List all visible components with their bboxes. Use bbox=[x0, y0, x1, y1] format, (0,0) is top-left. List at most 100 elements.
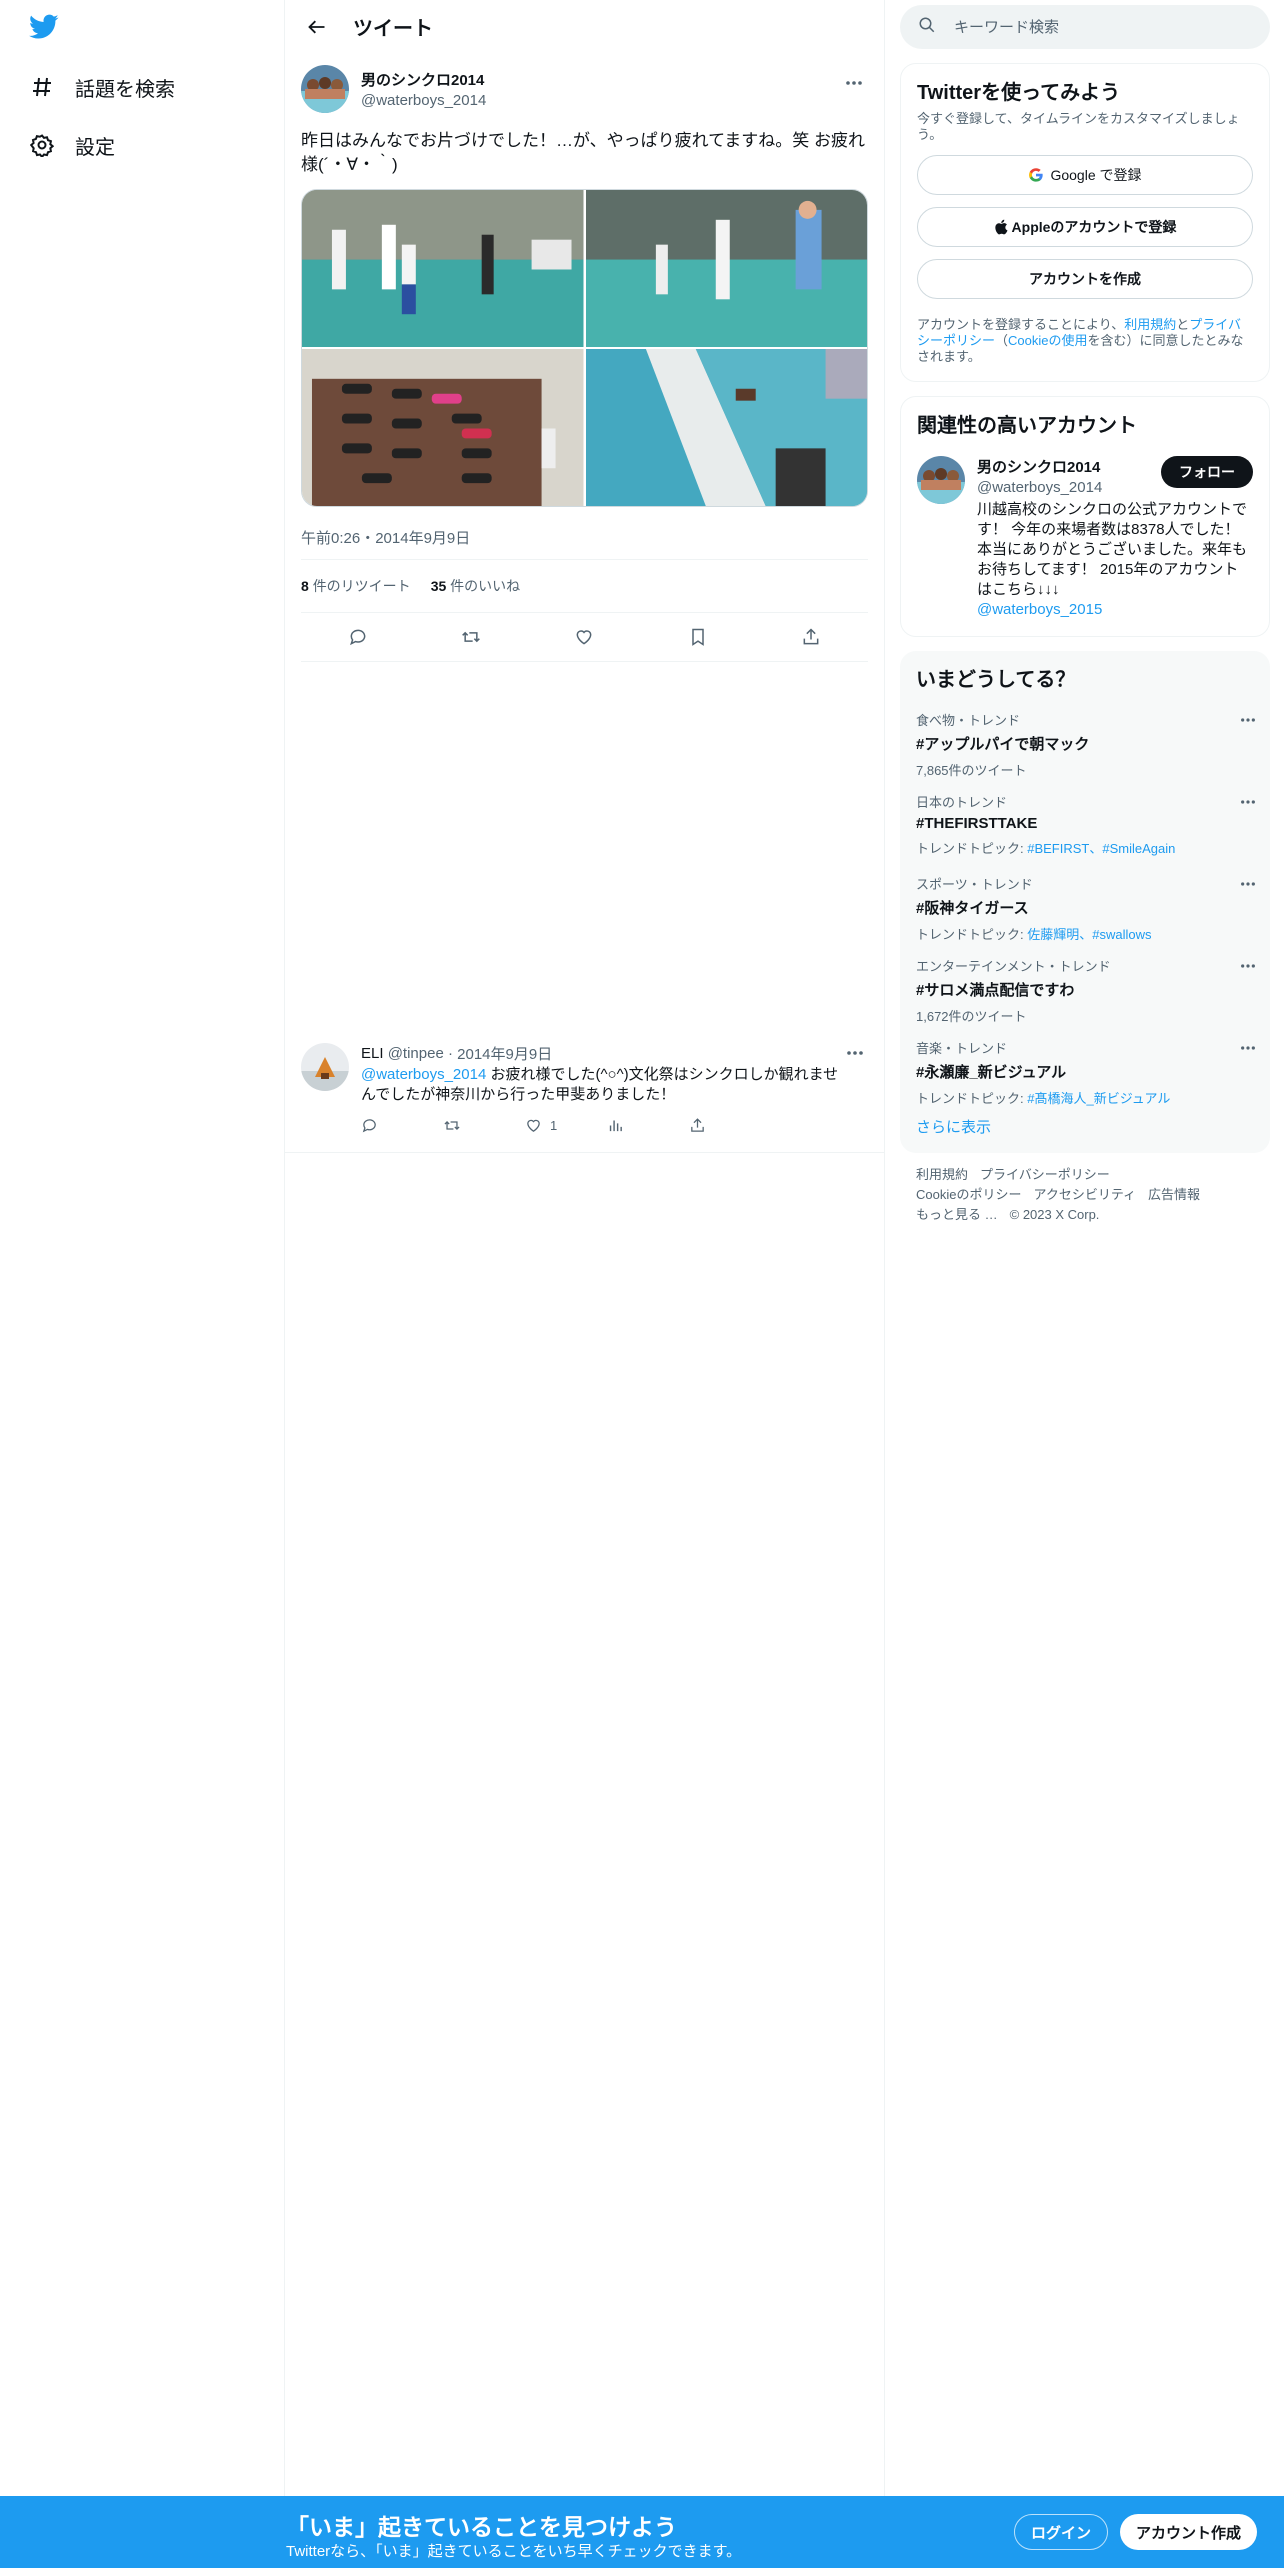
terms-link[interactable]: 利用規約 bbox=[1124, 317, 1176, 332]
retweet-icon[interactable] bbox=[453, 619, 489, 655]
tweet-photo[interactable] bbox=[302, 190, 584, 347]
tweet-photo[interactable] bbox=[585, 349, 867, 506]
more-options-icon[interactable] bbox=[1240, 874, 1256, 892]
likes-count: 35 bbox=[430, 578, 447, 594]
like-icon[interactable]: 1 bbox=[525, 1117, 607, 1134]
more-options-icon[interactable] bbox=[1240, 710, 1256, 728]
tweet-stats: 8 件のリツイート 35 件のいいね bbox=[301, 560, 868, 612]
trend-item[interactable]: 音楽・トレンド #永瀬廉_新ビジュアル トレンドトピック: #髙橋海人_新ビジュ… bbox=[900, 1026, 1270, 1108]
reply-text: @waterboys_2014 お疲れ様でした(^○^)文化祭はシンクロしか観れ… bbox=[361, 1065, 851, 1105]
related-bio: 川越高校のシンクロの公式アカウントです！ 今年の来場者数は8378人でした！本当… bbox=[977, 500, 1253, 620]
retweet-icon[interactable] bbox=[443, 1117, 525, 1134]
trend-name: #永瀬廉_新ビジュアル bbox=[916, 1064, 1067, 1081]
follow-button[interactable]: フォロー bbox=[1161, 456, 1253, 488]
more-options-icon[interactable] bbox=[1240, 1038, 1256, 1056]
trend-topics[interactable]: 佐藤輝明、#swallows bbox=[1027, 927, 1151, 942]
create-account-button[interactable]: アカウントを作成 bbox=[917, 259, 1253, 299]
google-signup-button[interactable]: Google で登録 bbox=[917, 155, 1253, 195]
nav-settings[interactable]: 設定 bbox=[29, 125, 115, 165]
related-account[interactable]: 男のシンクロ2014 @waterboys_2014 フォロー 川越高校のシンク… bbox=[917, 456, 1253, 620]
trend-item[interactable]: エンターテインメント・トレンド #サロメ満点配信ですわ 1,672件のツイート bbox=[900, 944, 1270, 1026]
more-options-icon[interactable] bbox=[840, 73, 868, 93]
legal-paren: （ bbox=[995, 333, 1009, 348]
avatar[interactable] bbox=[301, 65, 349, 113]
cookie-link[interactable]: Cookieの使用 bbox=[1008, 333, 1087, 348]
tweet-photo[interactable] bbox=[302, 349, 584, 506]
reply-icon[interactable] bbox=[361, 1117, 443, 1134]
footer-ads-link[interactable]: 広告情報 bbox=[1148, 1187, 1200, 1202]
trend-name: #THEFIRSTTAKE bbox=[916, 815, 1038, 832]
trend-item[interactable]: 日本のトレンド #THEFIRSTTAKE トレンドトピック: #BEFIRST… bbox=[900, 780, 1270, 862]
trend-name: #アップルパイで朝マック bbox=[916, 736, 1090, 753]
twitter-logo-icon[interactable] bbox=[29, 14, 61, 42]
reply-mention-link[interactable]: @waterboys_2014 bbox=[361, 1066, 486, 1083]
related-bio-text: 川越高校のシンクロの公式アカウントです！ 今年の来場者数は8378人でした！本当… bbox=[977, 501, 1248, 598]
footer: 利用規約 プライバシーポリシー Cookieのポリシー アクセシビリティ 広告情報 も… bbox=[900, 1153, 1270, 1237]
more-options-icon[interactable] bbox=[841, 1043, 869, 1063]
share-icon[interactable] bbox=[689, 1117, 771, 1134]
trend-meta: 7,865件のツイート bbox=[916, 763, 1027, 778]
reply-like-count: 1 bbox=[550, 1118, 558, 1133]
related-name: 男のシンクロ2014 bbox=[977, 459, 1101, 476]
back-arrow-icon[interactable] bbox=[301, 11, 333, 43]
trend-category: スポーツ・トレンド bbox=[916, 877, 1033, 892]
more-options-icon[interactable] bbox=[1240, 792, 1256, 810]
avatar[interactable] bbox=[917, 456, 965, 504]
gear-icon bbox=[29, 132, 55, 158]
show-more-link[interactable]: さらに表示 bbox=[900, 1108, 1270, 1145]
reply-actions: 1 bbox=[361, 1117, 869, 1134]
signup-legal-text: アカウントを登録することにより、利用規約とプライバシーポリシー（Cookieの使… bbox=[917, 317, 1253, 365]
search-bar[interactable] bbox=[900, 5, 1270, 49]
page-header: ツイート bbox=[285, 0, 884, 53]
trend-meta-label: トレンドトピック: bbox=[916, 1091, 1028, 1106]
bookmark-icon[interactable] bbox=[680, 619, 716, 655]
hashtag-icon bbox=[29, 74, 55, 100]
tweet-author[interactable]: 男のシンクロ2014 @waterboys_2014 bbox=[301, 53, 868, 117]
related-bio-link[interactable]: @waterboys_2015 bbox=[977, 601, 1102, 618]
related-accounts-card: 関連性の高いアカウント 男のシンクロ2014 @waterboys_2014 フ… bbox=[900, 396, 1270, 637]
nav-explore-label: 話題を検索 bbox=[75, 78, 175, 101]
login-banner: 「いま」起きていることを見つけよう Twitterなら、「いま」起きていることを… bbox=[0, 2496, 1284, 2568]
analytics-icon[interactable] bbox=[607, 1117, 689, 1134]
trend-name: #阪神タイガース bbox=[916, 900, 1029, 917]
signup-title: Twitterを使ってみよう bbox=[917, 82, 1121, 104]
reply-author-name[interactable]: ELI bbox=[361, 1045, 384, 1062]
banner-subtitle: Twitterなら、「いま」起きていることをいち早くチェックできます。 bbox=[286, 2543, 742, 2560]
reply-tweet[interactable]: ELI @tinpee · 2014年9月9日 @waterboys_2014 … bbox=[285, 1031, 885, 1153]
more-options-icon[interactable] bbox=[1240, 956, 1256, 974]
reply-author-handle[interactable]: @tinpee bbox=[388, 1045, 444, 1062]
footer-terms-link[interactable]: 利用規約 bbox=[916, 1167, 968, 1182]
like-icon[interactable] bbox=[566, 619, 602, 655]
footer-cookie-link[interactable]: Cookieのポリシー bbox=[916, 1187, 1021, 1202]
trend-item[interactable]: 食べ物・トレンド #アップルパイで朝マック 7,865件のツイート bbox=[900, 698, 1270, 780]
trend-topics[interactable]: #BEFIRST、#SmileAgain bbox=[1027, 841, 1175, 856]
apple-signup-button[interactable]: Appleのアカウントで登録 bbox=[917, 207, 1253, 247]
avatar[interactable] bbox=[301, 1043, 349, 1091]
share-icon[interactable] bbox=[793, 619, 829, 655]
signup-button[interactable]: アカウント作成 bbox=[1120, 2514, 1258, 2550]
tweet-media-grid bbox=[301, 189, 868, 507]
google-signup-label: Google で登録 bbox=[1050, 167, 1142, 183]
banner-title: 「いま」起きていることを見つけよう bbox=[286, 2514, 677, 2540]
trend-item[interactable]: スポーツ・トレンド #阪神タイガース トレンドトピック: 佐藤輝明、#swall… bbox=[900, 862, 1270, 944]
trend-category: 音楽・トレンド bbox=[916, 1041, 1008, 1056]
retweets-stat[interactable]: 8 件のリツイート bbox=[301, 576, 411, 596]
apple-signup-label: Appleのアカウントで登録 bbox=[1011, 219, 1177, 235]
trend-topics[interactable]: #髙橋海人_新ビジュアル bbox=[1027, 1091, 1170, 1106]
trend-meta: トレンドトピック: #BEFIRST、#SmileAgain bbox=[916, 838, 1254, 857]
reply-icon[interactable] bbox=[340, 619, 376, 655]
footer-more-link[interactable]: もっと見る … bbox=[916, 1207, 998, 1222]
search-input[interactable] bbox=[954, 18, 1234, 36]
apple-icon bbox=[994, 219, 1008, 235]
login-button[interactable]: ログイン bbox=[1014, 2514, 1109, 2550]
nav-explore[interactable]: 話題を検索 bbox=[29, 67, 175, 107]
tweet-photo[interactable] bbox=[585, 190, 867, 347]
footer-privacy-link[interactable]: プライバシーポリシー bbox=[980, 1167, 1110, 1182]
tweet-actions bbox=[301, 613, 868, 661]
footer-accessibility-link[interactable]: アクセシビリティ bbox=[1033, 1187, 1136, 1202]
likes-stat[interactable]: 35 件のいいね bbox=[431, 576, 520, 596]
tweet-timestamp[interactable]: 午前0:26・2014年9月9日 bbox=[301, 525, 868, 549]
trend-meta-label: トレンドトピック: bbox=[916, 927, 1028, 942]
main-tweet: 男のシンクロ2014 @waterboys_2014 昨日はみんなでお片づけでし… bbox=[285, 53, 884, 662]
reply-date[interactable]: 2014年9月9日 bbox=[457, 1043, 552, 1064]
